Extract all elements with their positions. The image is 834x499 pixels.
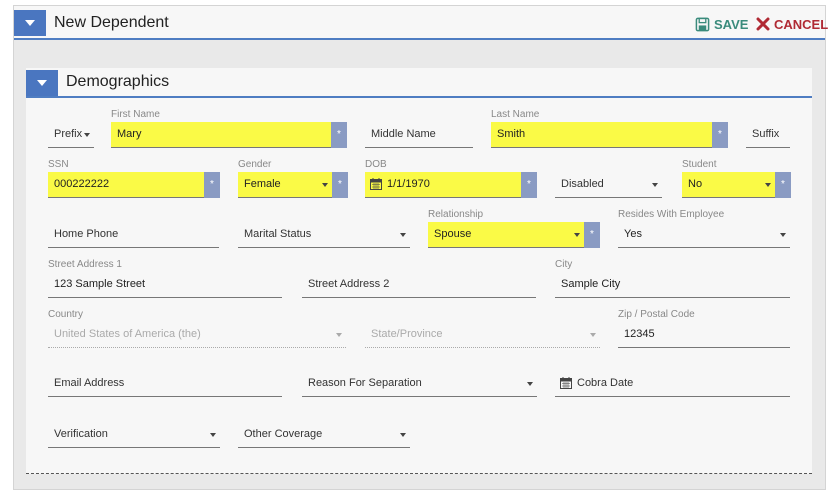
middle-name-field[interactable]: Middle Name: [365, 122, 473, 148]
suffix-placeholder: Suffix: [752, 128, 780, 140]
calendar-icon[interactable]: [370, 178, 382, 190]
email-address-placeholder: Email Address: [54, 377, 125, 389]
street-address-1-label: Street Address 1: [48, 259, 122, 270]
email-address-field[interactable]: Email Address: [48, 371, 282, 397]
demographics-section: Demographics Prefix First Name Mary * Mi…: [26, 68, 812, 474]
dropdown-arrow-icon: [322, 183, 328, 187]
ssn-label: SSN: [48, 159, 69, 170]
disabled-placeholder: Disabled: [561, 178, 604, 190]
ssn-field[interactable]: SSN 000222222: [48, 159, 204, 198]
marital-status-select[interactable]: Marital Status: [238, 222, 410, 248]
home-phone-field[interactable]: Home Phone: [48, 222, 219, 248]
ssn-value: 000222222: [54, 178, 110, 190]
first-name-value: Mary: [117, 128, 142, 140]
dropdown-arrow-icon: [765, 183, 771, 187]
dropdown-arrow-icon: [574, 233, 580, 237]
save-button[interactable]: SAVE: [695, 15, 748, 33]
country-label: Country: [48, 309, 84, 320]
prefix-placeholder: Prefix: [54, 128, 83, 140]
other-coverage-placeholder: Other Coverage: [244, 428, 323, 440]
relationship-label: Relationship: [428, 209, 484, 220]
dob-field[interactable]: DOB 1/1/1970: [365, 159, 521, 198]
required-indicator: *: [584, 222, 600, 248]
city-value: Sample City: [561, 278, 621, 290]
street-address-1-field[interactable]: Street Address 1 123 Sample Street: [48, 259, 282, 298]
section-collapse-toggle-icon[interactable]: [26, 70, 58, 96]
first-name-field[interactable]: First Name Mary: [111, 109, 331, 148]
panel-header: New Dependent SAVE CANCEL: [14, 6, 828, 40]
dropdown-arrow-icon: [400, 433, 406, 437]
zip-postal-code-field[interactable]: Zip / Postal Code 12345: [618, 309, 790, 348]
street-address-2-placeholder: Street Address 2: [308, 278, 390, 290]
required-indicator: *: [775, 172, 791, 198]
gender-value: Female: [244, 178, 281, 190]
relationship-select[interactable]: Relationship Spouse: [428, 209, 584, 248]
last-name-value: Smith: [497, 128, 526, 140]
dob-label: DOB: [365, 159, 387, 170]
last-name-field[interactable]: Last Name Smith: [491, 109, 712, 148]
middle-name-placeholder: Middle Name: [371, 128, 436, 140]
zip-postal-code-label: Zip / Postal Code: [618, 309, 695, 320]
dropdown-arrow-icon: [210, 433, 216, 437]
reason-for-separation-select[interactable]: Reason For Separation: [302, 371, 537, 397]
marital-status-placeholder: Marital Status: [244, 228, 312, 240]
resides-with-employee-value: Yes: [624, 228, 642, 240]
country-select: Country United States of America (the): [48, 309, 346, 348]
state-province-select: State/Province: [365, 322, 600, 348]
dropdown-arrow-icon: [336, 333, 342, 337]
dropdown-arrow-icon: [780, 233, 786, 237]
new-dependent-panel: New Dependent SAVE CANCEL Demographics P…: [13, 5, 828, 490]
verification-placeholder: Verification: [54, 428, 108, 440]
cobra-date-placeholder: Cobra Date: [577, 377, 634, 389]
dropdown-arrow-icon: [84, 133, 90, 137]
first-name-label: First Name: [111, 109, 160, 120]
state-province-placeholder: State/Province: [371, 328, 443, 340]
suffix-field[interactable]: Suffix: [746, 122, 790, 148]
reason-for-separation-placeholder: Reason For Separation: [308, 377, 422, 389]
student-label: Student: [682, 159, 717, 170]
dropdown-arrow-icon: [400, 233, 406, 237]
prefix-select[interactable]: Prefix: [48, 122, 94, 148]
street-address-2-field[interactable]: Street Address 2: [302, 272, 536, 298]
required-indicator: *: [712, 122, 728, 148]
calendar-icon[interactable]: [560, 377, 572, 389]
student-value: No: [688, 178, 703, 190]
page-title: New Dependent: [54, 14, 169, 31]
x-icon: [756, 17, 770, 31]
required-indicator: *: [332, 172, 348, 198]
required-indicator: *: [331, 122, 347, 148]
student-select[interactable]: Student No: [682, 159, 775, 198]
save-label: SAVE: [714, 16, 749, 32]
city-field[interactable]: City Sample City: [555, 259, 790, 298]
resides-with-employee-select[interactable]: Resides With Employee Yes: [618, 209, 790, 248]
section-title: Demographics: [66, 73, 170, 90]
dropdown-arrow-icon: [590, 333, 596, 337]
section-header: Demographics: [26, 68, 812, 98]
country-value: United States of America (the): [54, 328, 201, 340]
required-indicator: *: [521, 172, 537, 198]
home-phone-placeholder: Home Phone: [54, 228, 119, 240]
verification-select[interactable]: Verification: [48, 422, 220, 448]
gender-label: Gender: [238, 159, 272, 170]
dob-value: 1/1/1970: [387, 178, 430, 190]
cancel-button[interactable]: CANCEL: [756, 15, 828, 33]
relationship-value: Spouse: [434, 228, 472, 240]
street-address-1-value: 123 Sample Street: [54, 278, 146, 290]
other-coverage-select[interactable]: Other Coverage: [238, 422, 410, 448]
dropdown-arrow-icon: [652, 183, 658, 187]
gender-select[interactable]: Gender Female: [238, 159, 332, 198]
zip-postal-code-value: 12345: [624, 328, 655, 340]
city-label: City: [555, 259, 573, 270]
floppy-disk-icon: [695, 17, 710, 31]
cancel-label: CANCEL: [774, 16, 829, 32]
required-indicator: *: [204, 172, 220, 198]
disabled-select[interactable]: Disabled: [555, 172, 662, 198]
dropdown-arrow-icon: [527, 382, 533, 386]
cobra-date-field[interactable]: Cobra Date: [555, 371, 790, 397]
resides-with-employee-label: Resides With Employee: [618, 209, 725, 220]
last-name-label: Last Name: [491, 109, 540, 120]
collapse-toggle-icon[interactable]: [14, 10, 46, 36]
